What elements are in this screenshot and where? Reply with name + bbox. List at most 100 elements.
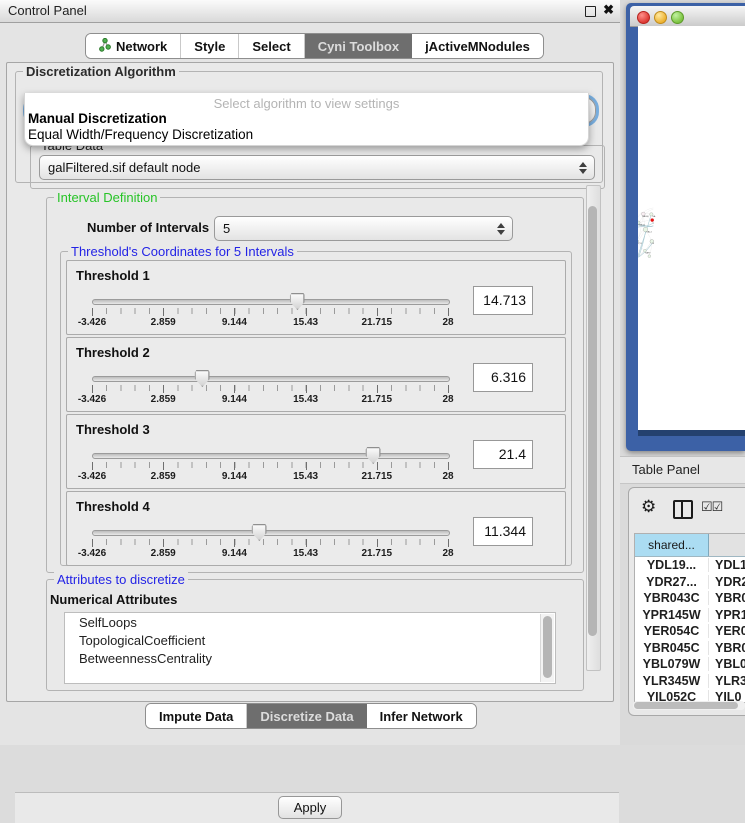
table-horizontal-scrollbar[interactable] — [633, 701, 745, 710]
group-title: Threshold's Coordinates for 5 Intervals — [68, 244, 297, 259]
tick-label: 9.144 — [222, 317, 247, 328]
panel-scrollbar[interactable] — [586, 185, 601, 671]
threshold-slider[interactable]: -3.426 2.859 9.144 15.43 21.715 28 — [92, 371, 448, 405]
close-traffic-light-icon[interactable] — [637, 11, 650, 24]
tick-label: 9.144 — [222, 548, 247, 559]
numerical-attributes-label: Numerical Attributes — [50, 592, 177, 607]
threshold-label: Threshold 1 — [76, 268, 150, 283]
scrollbar-thumb[interactable] — [543, 616, 552, 678]
tab-discretize-data[interactable]: Discretize Data — [247, 704, 366, 728]
tick-label: -3.426 — [78, 548, 106, 559]
list-item[interactable]: BetweennessCentrality — [79, 651, 212, 666]
table-data-group: Table Data galFiltered.sif default node — [30, 145, 605, 189]
slider-track[interactable] — [92, 299, 450, 305]
threshold-panel: Threshold 1 -3.426 2.859 9.144 15.43 21.… — [66, 260, 566, 335]
interval-definition-group: Interval Definition Number of Intervals … — [46, 197, 584, 573]
table-row[interactable]: YDR27...YDR2 — [635, 574, 745, 591]
node-gal4[interactable] — [643, 227, 648, 232]
scrollbar-thumb[interactable] — [634, 702, 738, 709]
node-label: GA — [652, 215, 656, 218]
node-hap2[interactable] — [643, 249, 646, 252]
tab-impute-data[interactable]: Impute Data — [146, 704, 247, 728]
node-h[interactable] — [650, 239, 654, 243]
list-item[interactable]: SelfLoops — [79, 615, 137, 630]
table-row[interactable]: YPR145WYPR1 — [635, 607, 745, 624]
column-header-shared-name[interactable]: shared... — [635, 534, 709, 556]
table-row[interactable]: YDL19...YDL1 — [635, 557, 745, 574]
algorithm-dropdown-popup: Select algorithm to view settings Manual… — [24, 93, 589, 146]
table-panel: ⚙ ☑☑ shared... na YDL19...YDL1 YDR27...Y… — [628, 487, 745, 716]
dropdown-option-manual[interactable]: Manual Discretization — [28, 111, 167, 126]
tick-label: 15.43 — [293, 548, 318, 559]
control-panel-titlebar: Control Panel ✖ — [0, 0, 620, 23]
network-view-window[interactable]: GAL80 GA C GAL11 GAL4 GCY1 H HAP2 — [626, 3, 745, 451]
gear-icon[interactable]: ⚙ — [641, 497, 656, 517]
threshold-slider[interactable]: -3.426 2.859 9.144 15.43 21.715 28 — [92, 448, 448, 482]
table-panel-title: Table Panel — [632, 462, 700, 477]
tick-label: 2.859 — [151, 394, 176, 405]
table-row[interactable]: YBR045CYBR0 — [635, 640, 745, 657]
network-icon — [99, 38, 111, 55]
network-canvas[interactable]: GAL80 GA C GAL11 GAL4 GCY1 H HAP2 — [638, 26, 745, 430]
num-intervals-label: Number of Intervals — [87, 220, 209, 235]
group-title: Discretization Algorithm — [23, 64, 179, 79]
dropdown-option-equal-width[interactable]: Equal Width/Frequency Discretization — [28, 127, 253, 142]
select-all-checkboxes-icon[interactable]: ☑☑ — [701, 499, 722, 515]
node-partial[interactable] — [648, 255, 651, 258]
slider-track[interactable] — [92, 530, 450, 536]
tick-label: 21.715 — [362, 548, 393, 559]
slider-track[interactable] — [92, 453, 450, 459]
column-header-name[interactable]: na — [709, 534, 745, 556]
zoom-traffic-light-icon[interactable] — [671, 11, 684, 24]
list-scrollbar[interactable] — [540, 614, 554, 682]
node-label: GAL11 — [639, 224, 646, 227]
table-row[interactable]: YLR345WYLR3 — [635, 673, 745, 690]
table-header-row: shared... na — [635, 534, 745, 557]
table-data-combobox[interactable]: galFiltered.sif default node — [39, 155, 595, 180]
scrollbar-thumb[interactable] — [588, 206, 597, 636]
attributes-list: SelfLoops TopologicalCoefficient Between… — [64, 612, 556, 684]
table-row[interactable]: YBR043CYBR0 — [635, 590, 745, 607]
thresholds-group: Threshold's Coordinates for 5 Intervals … — [60, 251, 572, 566]
threshold-value-field[interactable]: 6.316 — [473, 363, 533, 392]
threshold-value-field[interactable]: 21.4 — [473, 440, 533, 469]
table-row[interactable]: YBL079WYBL0 — [635, 656, 745, 673]
slider-ticks — [92, 308, 448, 314]
threshold-label: Threshold 3 — [76, 422, 150, 437]
threshold-slider[interactable]: -3.426 2.859 9.144 15.43 21.715 28 — [92, 294, 448, 328]
tab-cyni-toolbox[interactable]: Cyni Toolbox — [305, 34, 412, 58]
stepper-arrows-icon — [490, 223, 512, 235]
threshold-panel: Threshold 4 -3.426 2.859 9.144 15.43 21.… — [66, 491, 566, 566]
threshold-slider[interactable]: -3.426 2.859 9.144 15.43 21.715 28 — [92, 525, 448, 559]
tab-jactivemnodules[interactable]: jActiveMNodules — [412, 34, 543, 58]
tab-style[interactable]: Style — [181, 34, 239, 58]
node-gal80[interactable] — [641, 212, 645, 216]
tab-select[interactable]: Select — [239, 34, 304, 58]
tab-label: Cyni Toolbox — [318, 39, 399, 54]
close-icon[interactable]: ✖ — [603, 2, 614, 18]
threshold-value-field[interactable]: 11.344 — [473, 517, 533, 546]
node-selected-red[interactable] — [651, 219, 654, 222]
tick-label: 21.715 — [362, 471, 393, 482]
list-item[interactable]: TopologicalCoefficient — [79, 633, 205, 648]
network-window-titlebar[interactable] — [630, 6, 745, 27]
tick-label: 28 — [442, 317, 453, 328]
tab-infer-network[interactable]: Infer Network — [367, 704, 476, 728]
table-row[interactable]: YER054CYER0 — [635, 623, 745, 640]
num-intervals-combobox[interactable]: 5 — [214, 216, 513, 241]
minimize-traffic-light-icon[interactable] — [654, 11, 667, 24]
threshold-value-field[interactable]: 14.713 — [473, 286, 533, 315]
node-gcy1[interactable] — [638, 240, 639, 243]
columns-icon[interactable] — [673, 500, 693, 519]
slider-ticks — [92, 539, 448, 545]
slider-track[interactable] — [92, 376, 450, 382]
float-icon[interactable] — [585, 6, 596, 17]
node-ga[interactable] — [650, 213, 653, 216]
table-panel-header: Table Panel — [620, 456, 745, 484]
tick-label: 2.859 — [151, 548, 176, 559]
apply-button[interactable]: Apply — [278, 796, 342, 819]
threshold-label: Threshold 2 — [76, 345, 150, 360]
tab-network[interactable]: Network — [86, 34, 181, 58]
slider-ticks — [92, 385, 448, 391]
right-region: GAL80 GA C GAL11 GAL4 GCY1 H HAP2 Table … — [620, 0, 745, 745]
